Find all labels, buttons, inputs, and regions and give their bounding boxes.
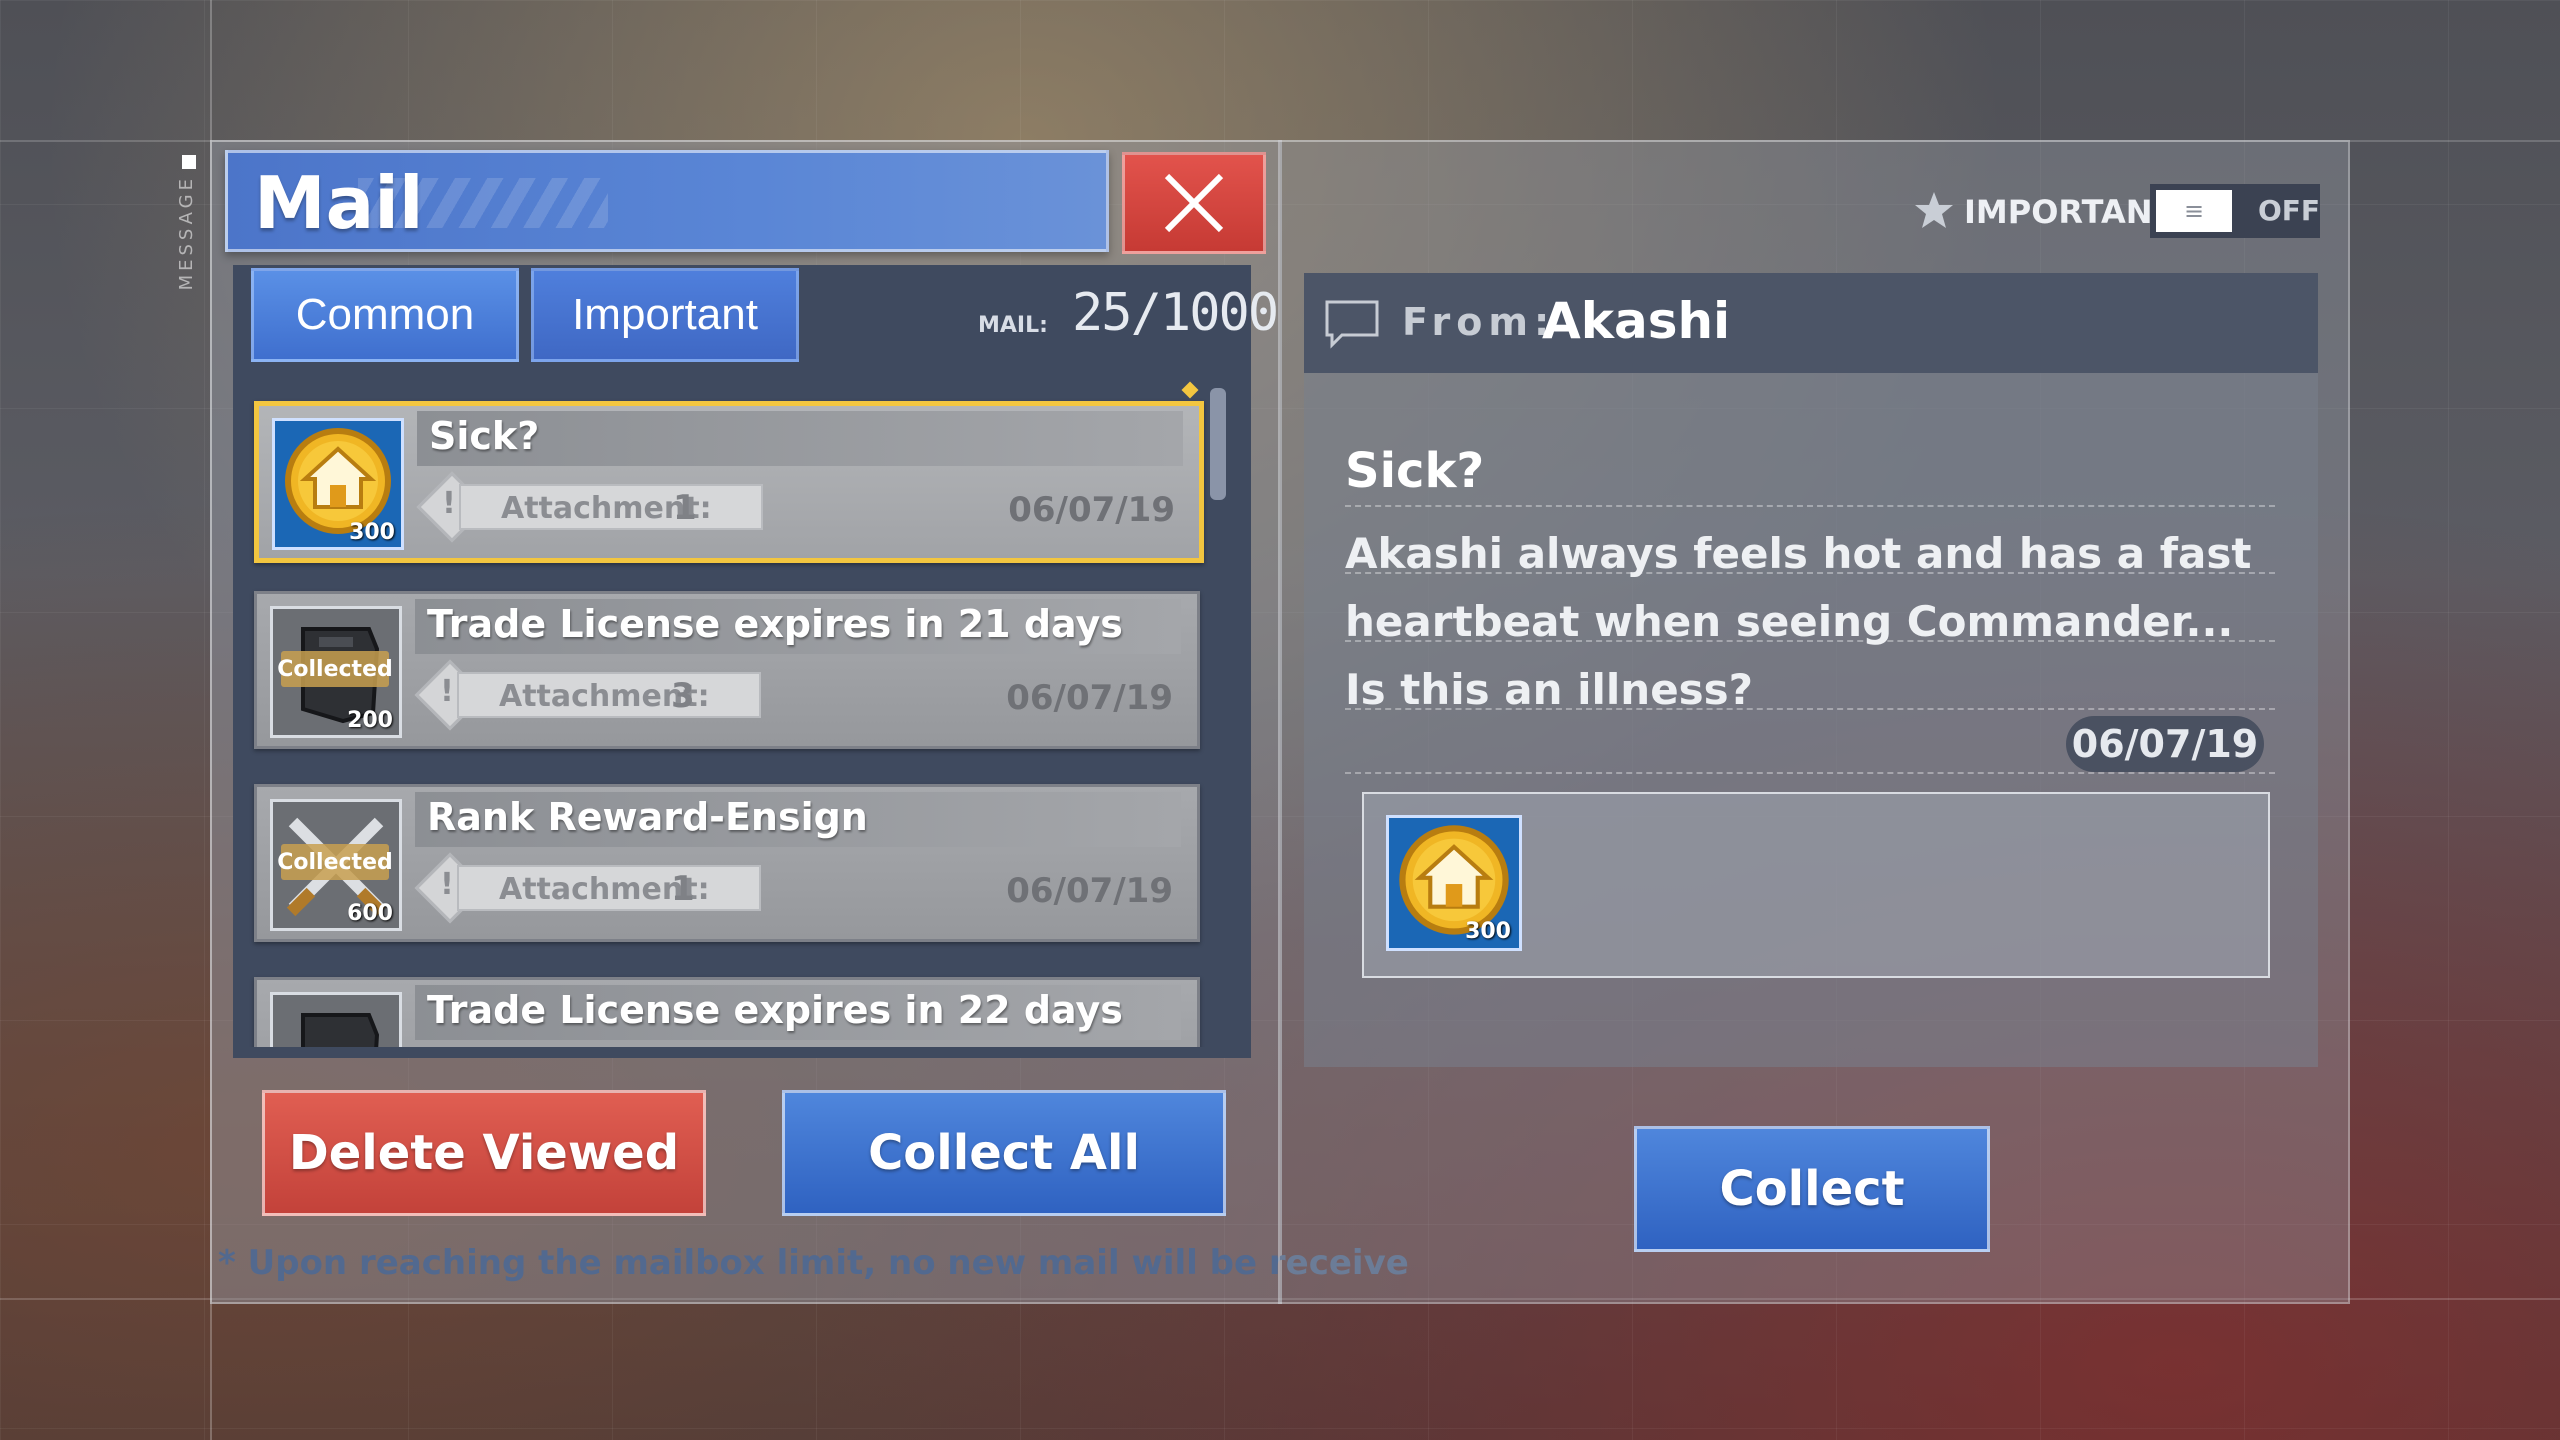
page-title: Mail: [254, 161, 424, 245]
mail-item[interactable]: Collected 200 Trade License expires in 2…: [254, 591, 1200, 749]
reward-icon-frame: Collected 600: [270, 799, 402, 931]
mail-item[interactable]: Collected 600 Rank Reward-Ensign ! Attac…: [254, 784, 1200, 942]
side-marker: [182, 155, 196, 169]
close-icon: [1164, 173, 1224, 233]
mail-count-value: 25/1000: [1072, 283, 1279, 343]
attachment-quantity: 300: [1465, 919, 1511, 944]
mail-item[interactable]: 300 Sick? ! Attachment: 1 06/07/19: [254, 401, 1204, 563]
reward-quantity: 600: [347, 901, 393, 926]
toggle-state: OFF: [2258, 194, 2321, 227]
attachment-box: Attachment: 1: [459, 484, 763, 530]
mail-list-scrollbar[interactable]: [1210, 388, 1226, 500]
mail-title: Sick?: [429, 414, 540, 458]
important-label: IMPORTANT: [1964, 193, 2175, 231]
attachment-box: Attachment: 3: [457, 672, 761, 718]
important-toggle[interactable]: ≡ OFF: [2150, 184, 2320, 238]
mail-count-label: MAIL:: [978, 313, 1048, 338]
mail-detail-date: 06/07/19: [2066, 716, 2264, 772]
mail-list: 300 Sick? ! Attachment: 1 06/07/19 Colle…: [248, 395, 1208, 1047]
trade-license-icon: [301, 1013, 380, 1047]
collect-button[interactable]: Collect: [1634, 1126, 1990, 1252]
reward-quantity: 300: [349, 520, 395, 545]
collect-all-button[interactable]: Collect All: [782, 1090, 1226, 1216]
mail-detail-title: Sick?: [1345, 443, 1485, 499]
mail-body: Akashi always feels hot and has a fast h…: [1345, 529, 2252, 714]
toggle-knob: ≡: [2156, 190, 2232, 232]
exclamation-icon: !: [442, 486, 456, 521]
reward-icon-frame: 300: [272, 418, 404, 550]
mail-title: Rank Reward-Ensign: [427, 795, 868, 839]
exclamation-icon: !: [440, 867, 454, 902]
attachment-box: Attachment: 1: [457, 865, 761, 911]
mail-date: 06/07/19: [1008, 490, 1175, 530]
reward-quantity: 200: [347, 708, 393, 733]
mail-title: Trade License expires in 22 days: [427, 988, 1123, 1032]
collected-badge: Collected: [277, 844, 393, 880]
attachment-count: 1: [671, 869, 695, 909]
from-label: From:: [1402, 300, 1556, 344]
delete-viewed-button[interactable]: Delete Viewed: [262, 1090, 706, 1216]
tab-important[interactable]: Important: [531, 268, 799, 362]
attachment-item[interactable]: 300: [1386, 815, 1522, 951]
chat-bubble-icon: [1325, 300, 1379, 349]
reward-icon-frame: Collected 200: [270, 606, 402, 738]
sender-name: Akashi: [1542, 292, 1731, 350]
attachment-count: 3: [671, 676, 695, 716]
mail-date: 06/07/19: [1006, 678, 1173, 718]
mail-title: Trade License expires in 21 days: [427, 602, 1123, 646]
reward-icon-frame: [270, 992, 402, 1047]
close-button[interactable]: [1122, 152, 1266, 254]
collected-badge: Collected: [277, 651, 393, 687]
star-icon: [1915, 192, 1953, 228]
exclamation-icon: !: [440, 674, 454, 709]
mailbox-limit-note: * Upon reaching the mailbox limit, no ne…: [218, 1243, 1409, 1283]
mail-date: 06/07/19: [1006, 871, 1173, 911]
divider: [1345, 505, 2275, 507]
side-label: MESSAGE: [176, 175, 197, 291]
mail-item[interactable]: Trade License expires in 22 days: [254, 977, 1200, 1047]
tab-common[interactable]: Common: [251, 268, 519, 362]
divider: [1345, 772, 2275, 774]
attachment-count: 1: [673, 488, 697, 528]
mail-title-bar: Mail: [225, 150, 1109, 252]
